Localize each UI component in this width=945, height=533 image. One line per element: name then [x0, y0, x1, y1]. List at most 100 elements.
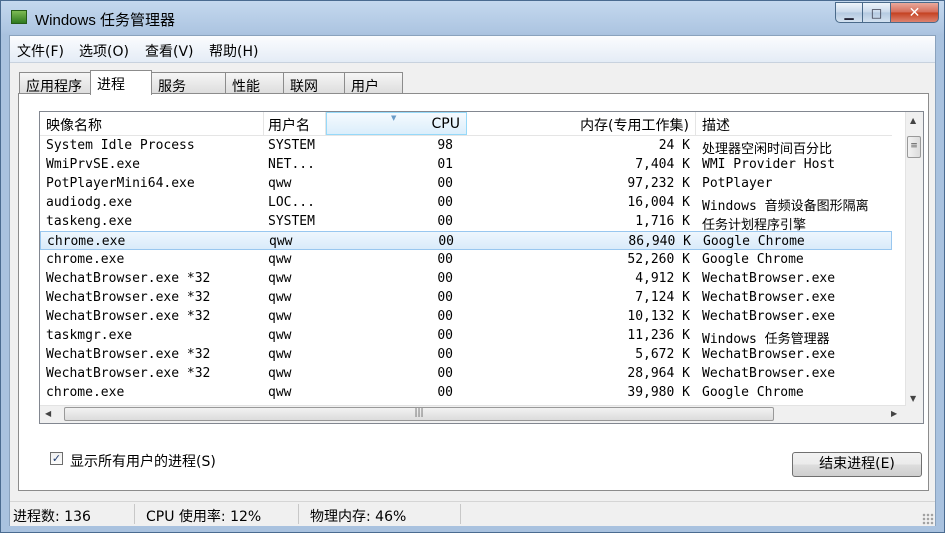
task-manager-app-icon: [11, 10, 27, 24]
process-user-name: qww: [268, 366, 292, 381]
process-cpu: 00: [437, 290, 453, 305]
process-image-name: PotPlayerMini64.exe: [46, 176, 195, 191]
resize-grip-icon[interactable]: [922, 513, 934, 525]
process-row[interactable]: WechatBrowser.exe *32 qww 00 28,964 K Wechat…: [40, 364, 892, 383]
status-process-count: 进程数: 136: [13, 509, 91, 525]
process-row[interactable]: PotPlayerMini64.exe qww 00 97,232 K PotPlaye…: [40, 174, 892, 193]
process-image-name: taskmgr.exe: [46, 328, 133, 343]
process-user-name: qww: [269, 234, 293, 249]
process-memory: 7,404 K: [635, 157, 690, 172]
menu-options[interactable]: 选项(O): [79, 41, 129, 61]
process-user-name: qww: [268, 309, 292, 324]
process-row[interactable]: WechatBrowser.exe *32 qww 00 10,132 K Wechat…: [40, 307, 892, 326]
task-manager-window: Windows 任务管理器 ▁ □ ✕ 文件(F) 选项(O) 查看(V) 帮助…: [0, 0, 945, 533]
process-row[interactable]: System Idle Process SYSTEM 98 24 K 处理器空闲时间百分…: [40, 136, 892, 157]
caption-buttons: ▁ □ ✕: [835, 2, 939, 24]
process-user-name: qww: [268, 271, 292, 286]
vertical-scrollbar[interactable]: ▲ ≡ ▼: [905, 112, 923, 406]
process-memory: 86,940 K: [628, 234, 691, 249]
process-description: PotPlayer: [702, 176, 773, 191]
process-cpu: 00: [437, 252, 453, 267]
column-image-name[interactable]: 映像名称: [40, 112, 264, 135]
process-row[interactable]: taskeng.exe SYSTEM 00 1,716 K 任务计划程序引擎: [40, 212, 892, 233]
process-image-name: WechatBrowser.exe *32: [46, 366, 211, 381]
process-cpu: 00: [437, 347, 453, 362]
process-memory: 24 K: [658, 138, 690, 153]
process-row[interactable]: chrome.exe qww 00 52,260 K Google Chrome: [40, 250, 892, 269]
process-cpu: 00: [437, 366, 453, 381]
tab-users[interactable]: 用户: [344, 72, 403, 95]
tab-strip: 应用程序 进程 服务 性能 联网 用户: [10, 70, 935, 95]
tab-applications[interactable]: 应用程序: [19, 72, 91, 95]
process-cpu: 00: [437, 214, 453, 229]
show-all-users-checkbox[interactable]: ✓: [50, 452, 63, 465]
vertical-scroll-thumb[interactable]: ≡: [907, 136, 921, 158]
process-cpu: 00: [437, 328, 453, 343]
scroll-right-arrow-icon[interactable]: ▶: [891, 409, 897, 418]
process-cpu: 00: [437, 271, 453, 286]
horizontal-scrollbar[interactable]: ◀ ||| ▶: [40, 405, 906, 423]
process-image-name: WechatBrowser.exe *32: [46, 347, 211, 362]
process-user-name: qww: [268, 252, 292, 267]
scroll-down-arrow-icon[interactable]: ▼: [910, 394, 916, 403]
scrollbar-corner: [906, 406, 923, 423]
process-image-name: WmiPrvSE.exe: [46, 157, 140, 172]
tab-performance[interactable]: 性能: [225, 72, 284, 95]
process-row[interactable]: WechatBrowser.exe *32 qww 00 7,124 K WechatB…: [40, 288, 892, 307]
column-memory[interactable]: 内存(专用工作集): [467, 112, 696, 135]
process-cpu: 98: [437, 138, 453, 153]
process-description: WechatBrowser.exe: [702, 366, 836, 381]
process-image-name: WechatBrowser.exe *32: [46, 290, 211, 305]
process-user-name: qww: [268, 347, 292, 362]
horizontal-scroll-thumb[interactable]: |||: [64, 407, 774, 421]
process-image-name: chrome.exe: [46, 385, 125, 400]
process-cpu: 00: [437, 385, 453, 400]
process-row[interactable]: chrome.exe qww 00 39,980 K Google Chrome: [40, 383, 892, 402]
process-row[interactable]: WechatBrowser.exe *32 qww 00 4,912 K WechatB…: [40, 269, 892, 288]
scroll-up-arrow-icon[interactable]: ▲: [910, 116, 916, 125]
process-row[interactable]: WechatBrowser.exe *32 qww 00 5,672 K WechatB…: [40, 345, 892, 364]
process-row[interactable]: audiodg.exe LOC... 00 16,004 K Windows 音频设备图…: [40, 193, 892, 214]
tab-processes[interactable]: 进程: [90, 70, 152, 95]
process-row[interactable]: taskmgr.exe qww 00 11,236 K Windows 任务管理器: [40, 326, 892, 347]
process-memory: 11,236 K: [627, 328, 690, 343]
column-user-name[interactable]: 用户名: [264, 112, 326, 135]
menu-bar: 文件(F) 选项(O) 查看(V) 帮助(H): [10, 36, 935, 63]
process-image-name: chrome.exe: [47, 234, 126, 249]
process-description: Google Chrome: [702, 252, 804, 267]
tab-networking[interactable]: 联网: [283, 72, 345, 95]
process-image-name: chrome.exe: [46, 252, 125, 267]
column-description[interactable]: 描述: [696, 112, 892, 135]
tab-services[interactable]: 服务: [151, 72, 226, 95]
process-cpu: 00: [437, 176, 453, 191]
process-memory: 39,980 K: [627, 385, 690, 400]
end-process-button[interactable]: 结束进程(E): [792, 452, 922, 477]
menu-view[interactable]: 查看(V): [145, 41, 194, 61]
column-cpu[interactable]: ▼ CPU: [326, 112, 467, 135]
minimize-button[interactable]: ▁: [835, 2, 863, 23]
process-row[interactable]: chrome.exe qww 00 86,940 K Google Chrome: [40, 231, 892, 250]
process-image-name: taskeng.exe: [46, 214, 133, 229]
scroll-left-arrow-icon[interactable]: ◀: [45, 409, 51, 418]
maximize-button[interactable]: □: [863, 2, 891, 23]
process-description: Google Chrome: [703, 234, 805, 249]
process-user-name: LOC...: [268, 195, 315, 210]
process-memory: 7,124 K: [635, 290, 690, 305]
title-bar[interactable]: Windows 任务管理器 ▁ □ ✕: [1, 1, 944, 35]
status-separator: [134, 504, 135, 524]
process-row[interactable]: WmiPrvSE.exe NET... 01 7,404 K WMI Provider …: [40, 155, 892, 174]
process-user-name: NET...: [268, 157, 315, 172]
maximize-icon: □: [870, 5, 883, 20]
process-list[interactable]: 映像名称 用户名 ▼ CPU 内存(专用工作集) 描述 System Idle …: [39, 111, 924, 424]
process-image-name: WechatBrowser.exe *32: [46, 309, 211, 324]
process-description: Google Chrome: [702, 385, 804, 400]
column-cpu-label: CPU: [431, 116, 460, 132]
sort-descending-icon: ▼: [391, 114, 397, 122]
process-memory: 10,132 K: [627, 309, 690, 324]
menu-help[interactable]: 帮助(H): [209, 41, 258, 61]
close-button[interactable]: ✕: [891, 2, 939, 23]
menu-file[interactable]: 文件(F): [17, 41, 64, 61]
process-cpu: 00: [437, 195, 453, 210]
process-description: WechatBrowser.exe: [702, 290, 836, 305]
process-user-name: qww: [268, 176, 292, 191]
